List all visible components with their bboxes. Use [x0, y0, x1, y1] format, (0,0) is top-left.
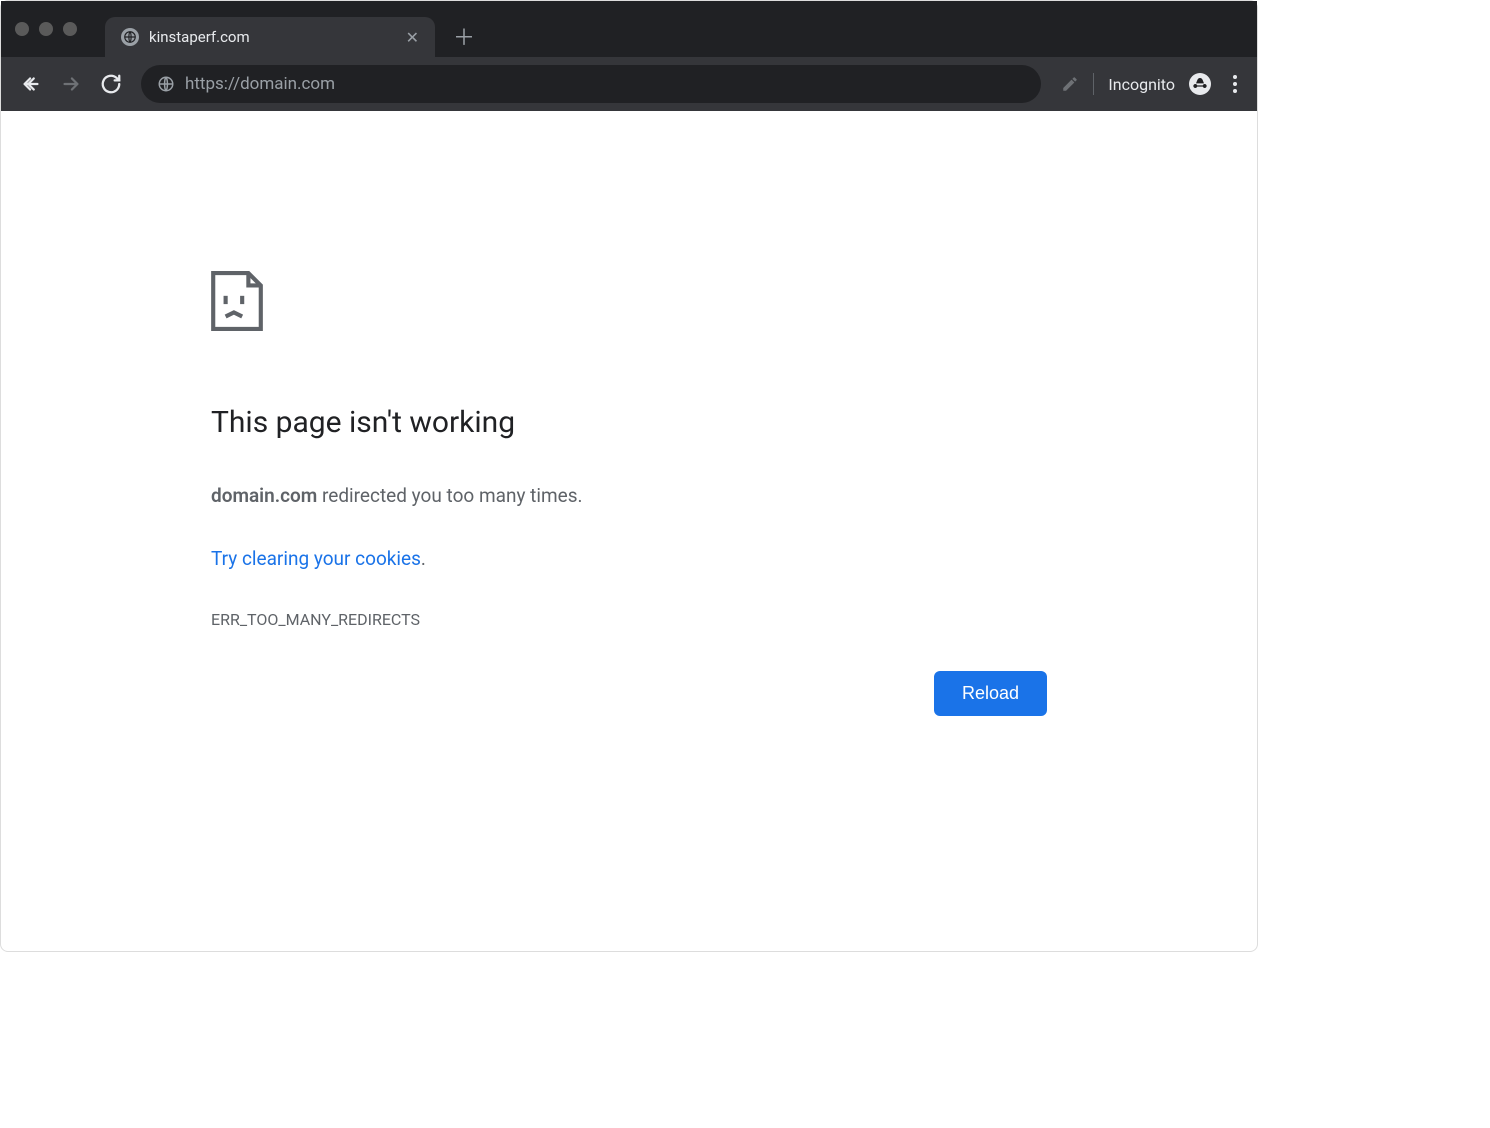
site-info-icon[interactable]: [157, 75, 175, 93]
browser-chrome: kinstaperf.com ✕ ＋ https://domain.com: [1, 1, 1257, 111]
address-bar[interactable]: https://domain.com: [141, 65, 1041, 103]
browser-tab[interactable]: kinstaperf.com ✕: [105, 17, 435, 57]
new-tab-button[interactable]: ＋: [453, 20, 475, 52]
error-desc-suffix: redirected you too many times.: [317, 484, 582, 507]
maximize-window-button[interactable]: [63, 22, 77, 36]
close-window-button[interactable]: [15, 22, 29, 36]
incognito-label: Incognito: [1108, 75, 1175, 94]
edit-icon[interactable]: [1061, 75, 1079, 93]
error-code: ERR_TOO_MANY_REDIRECTS: [211, 610, 1047, 629]
error-link-suffix: .: [421, 547, 426, 570]
url-text: https://domain.com: [185, 74, 1025, 94]
incognito-icon[interactable]: [1189, 73, 1211, 95]
close-tab-icon[interactable]: ✕: [402, 24, 423, 51]
toolbar-right: Incognito: [1061, 69, 1245, 99]
reload-toolbar-button[interactable]: [93, 66, 129, 102]
sad-page-icon: [211, 271, 1047, 335]
tab-title: kinstaperf.com: [149, 28, 402, 46]
error-domain: domain.com: [211, 484, 317, 507]
error-suggestion: Try clearing your cookies.: [211, 547, 1047, 570]
page-content: This page isn't working domain.com redir…: [1, 111, 1257, 953]
kebab-menu-icon[interactable]: [1225, 69, 1245, 99]
error-description: domain.com redirected you too many times…: [211, 484, 1047, 507]
window-controls: [15, 22, 77, 36]
back-button[interactable]: [13, 66, 49, 102]
forward-button[interactable]: [53, 66, 89, 102]
minimize-window-button[interactable]: [39, 22, 53, 36]
tab-bar: kinstaperf.com ✕ ＋: [1, 1, 1257, 57]
globe-icon: [121, 28, 139, 46]
toolbar: https://domain.com Incognito: [1, 57, 1257, 111]
error-title: This page isn't working: [211, 405, 1047, 440]
toolbar-divider: [1093, 73, 1094, 95]
reload-button[interactable]: Reload: [934, 671, 1047, 716]
clear-cookies-link[interactable]: Try clearing your cookies: [211, 547, 421, 570]
